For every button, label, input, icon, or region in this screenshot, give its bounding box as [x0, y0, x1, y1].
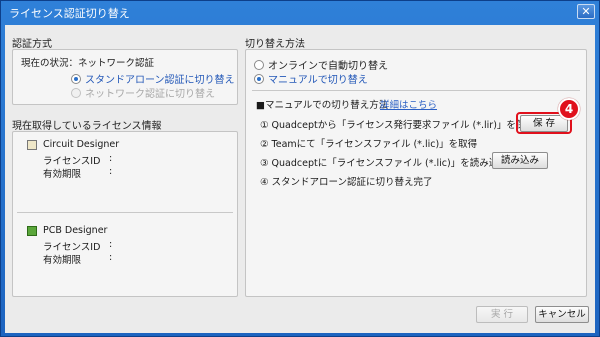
expiry-label: 有効期限: [43, 169, 82, 180]
dialog-body: 認証方式 現在の状況：ネットワーク認証 スタンドアローン認証に切り替え ネットワ…: [5, 25, 595, 333]
product-name: Circuit Designer: [43, 139, 120, 150]
pcb-designer-icon: [27, 226, 37, 236]
standalone-auth-label[interactable]: スタンドアローン認証に切り替え: [85, 71, 235, 86]
circuit-designer-icon: [27, 140, 37, 150]
execute-button[interactable]: 実 行: [476, 306, 528, 323]
network-auth-label: ネットワーク認証に切り替え: [85, 89, 215, 100]
expiry-sep: :: [109, 166, 113, 177]
license-id-label: ライセンスID: [43, 242, 101, 253]
expiry-label: 有効期限: [43, 255, 82, 266]
standalone-auth-option[interactable]: スタンドアローン認証に切り替え: [71, 71, 235, 86]
switch-method-title: 切り替え方法: [245, 39, 305, 50]
details-link[interactable]: 詳細はこちら: [380, 97, 437, 111]
license-id-sep: :: [109, 153, 113, 164]
close-button[interactable]: ✕: [577, 4, 595, 19]
load-button[interactable]: 読み込み: [492, 152, 548, 169]
step-1-text: ① Quadceptから「ライセンス発行要求ファイル (*.lir)」を保存: [260, 120, 535, 131]
cancel-button[interactable]: キャンセル: [535, 306, 589, 323]
dialog-window: ライセンス認証切り替え ✕ 認証方式 現在の状況：ネットワーク認証 スタンドアロ…: [0, 0, 600, 337]
step-4-text: ④ スタンドアローン認証に切り替え完了: [260, 177, 433, 188]
license-id-sep: :: [109, 239, 113, 250]
radio-standalone[interactable]: [71, 73, 81, 84]
radio-manual[interactable]: [254, 73, 264, 84]
license-info-title: 現在取得しているライセンス情報: [12, 121, 162, 132]
step-badge: 4: [558, 98, 580, 120]
section-divider: [252, 90, 580, 91]
save-button[interactable]: 保 存: [520, 115, 568, 132]
license-info-panel: Circuit Designer ライセンスID : 有効期限 : PCB De…: [12, 131, 238, 297]
product-divider: [17, 212, 233, 213]
auth-method-panel: 現在の状況：ネットワーク認証 スタンドアローン認証に切り替え ネットワーク認証に…: [12, 49, 238, 105]
manual-heading: ■マニュアルでの切り替え方法: [256, 100, 389, 111]
step-2-text: ② Teamにて「ライセンスファイル (*.lic)」を取得: [260, 139, 478, 150]
license-id-label: ライセンスID: [43, 156, 101, 167]
manual-switch-option[interactable]: マニュアルで切り替え: [254, 71, 368, 86]
switch-method-panel: オンラインで自動切り替え マニュアルで切り替え ■マニュアルでの切り替え方法 詳…: [245, 49, 587, 297]
current-status-text: 現在の状況：ネットワーク認証: [21, 58, 155, 69]
close-icon[interactable]: ✕: [581, 5, 590, 18]
manual-switch-label[interactable]: マニュアルで切り替え: [268, 71, 368, 86]
radio-network: [71, 87, 81, 98]
expiry-sep: :: [109, 252, 113, 263]
online-switch-label[interactable]: オンラインで自動切り替え: [268, 57, 388, 72]
step-3-text: ③ Quadceptに「ライセンスファイル (*.lic)」を読み込み: [260, 158, 508, 169]
auth-method-title: 認証方式: [12, 39, 52, 50]
window-title: ライセンス認証切り替え: [9, 7, 130, 20]
network-auth-option: ネットワーク認証に切り替え: [71, 85, 215, 100]
online-switch-option[interactable]: オンラインで自動切り替え: [254, 57, 388, 72]
product-name: PCB Designer: [43, 225, 108, 236]
title-bar[interactable]: ライセンス認証切り替え ✕: [1, 1, 599, 23]
radio-online[interactable]: [254, 59, 264, 70]
